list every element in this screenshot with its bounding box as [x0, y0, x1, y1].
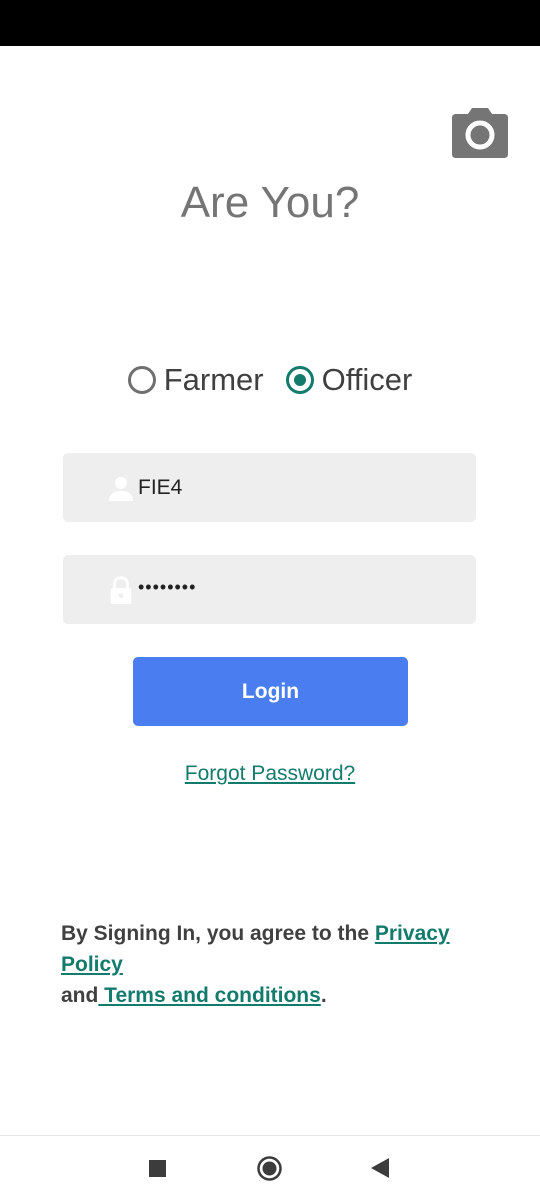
radio-officer-circle[interactable]: [285, 366, 314, 394]
lock-icon: [110, 575, 132, 604]
page-title: Are You?: [180, 178, 360, 227]
login-button[interactable]: Login: [133, 657, 408, 726]
username-field[interactable]: FIE4: [63, 453, 476, 522]
radio-officer-label: Officer: [321, 362, 413, 397]
forgot-password-link[interactable]: Forgot Password?: [0, 762, 540, 786]
terms-prefix: By Signing In, you agree to the: [61, 922, 375, 945]
status-bar: [0, 0, 540, 46]
radio-officer[interactable]: Officer: [285, 362, 413, 398]
radio-farmer-label: Farmer: [163, 362, 264, 397]
password-field[interactable]: ••••••••: [63, 555, 476, 624]
terms-notice: By Signing In, you agree to the Privacy …: [61, 918, 481, 1011]
nav-back-icon[interactable]: [371, 1158, 389, 1178]
camera-icon[interactable]: [452, 106, 508, 158]
password-value[interactable]: ••••••••: [138, 577, 196, 598]
nav-home-icon[interactable]: [257, 1156, 282, 1181]
username-value[interactable]: FIE4: [138, 476, 182, 500]
navigation-bar: [0, 1135, 540, 1200]
terms-suffix: .: [320, 984, 327, 1007]
terms-conditions-link[interactable]: Terms and conditions: [98, 984, 321, 1007]
nav-recents-icon[interactable]: [149, 1160, 166, 1177]
radio-farmer[interactable]: Farmer: [127, 362, 264, 398]
user-icon: [109, 476, 133, 501]
terms-middle: and: [61, 984, 99, 1007]
role-radio-group: Farmer Officer: [0, 360, 540, 400]
radio-farmer-circle[interactable]: [127, 366, 156, 394]
